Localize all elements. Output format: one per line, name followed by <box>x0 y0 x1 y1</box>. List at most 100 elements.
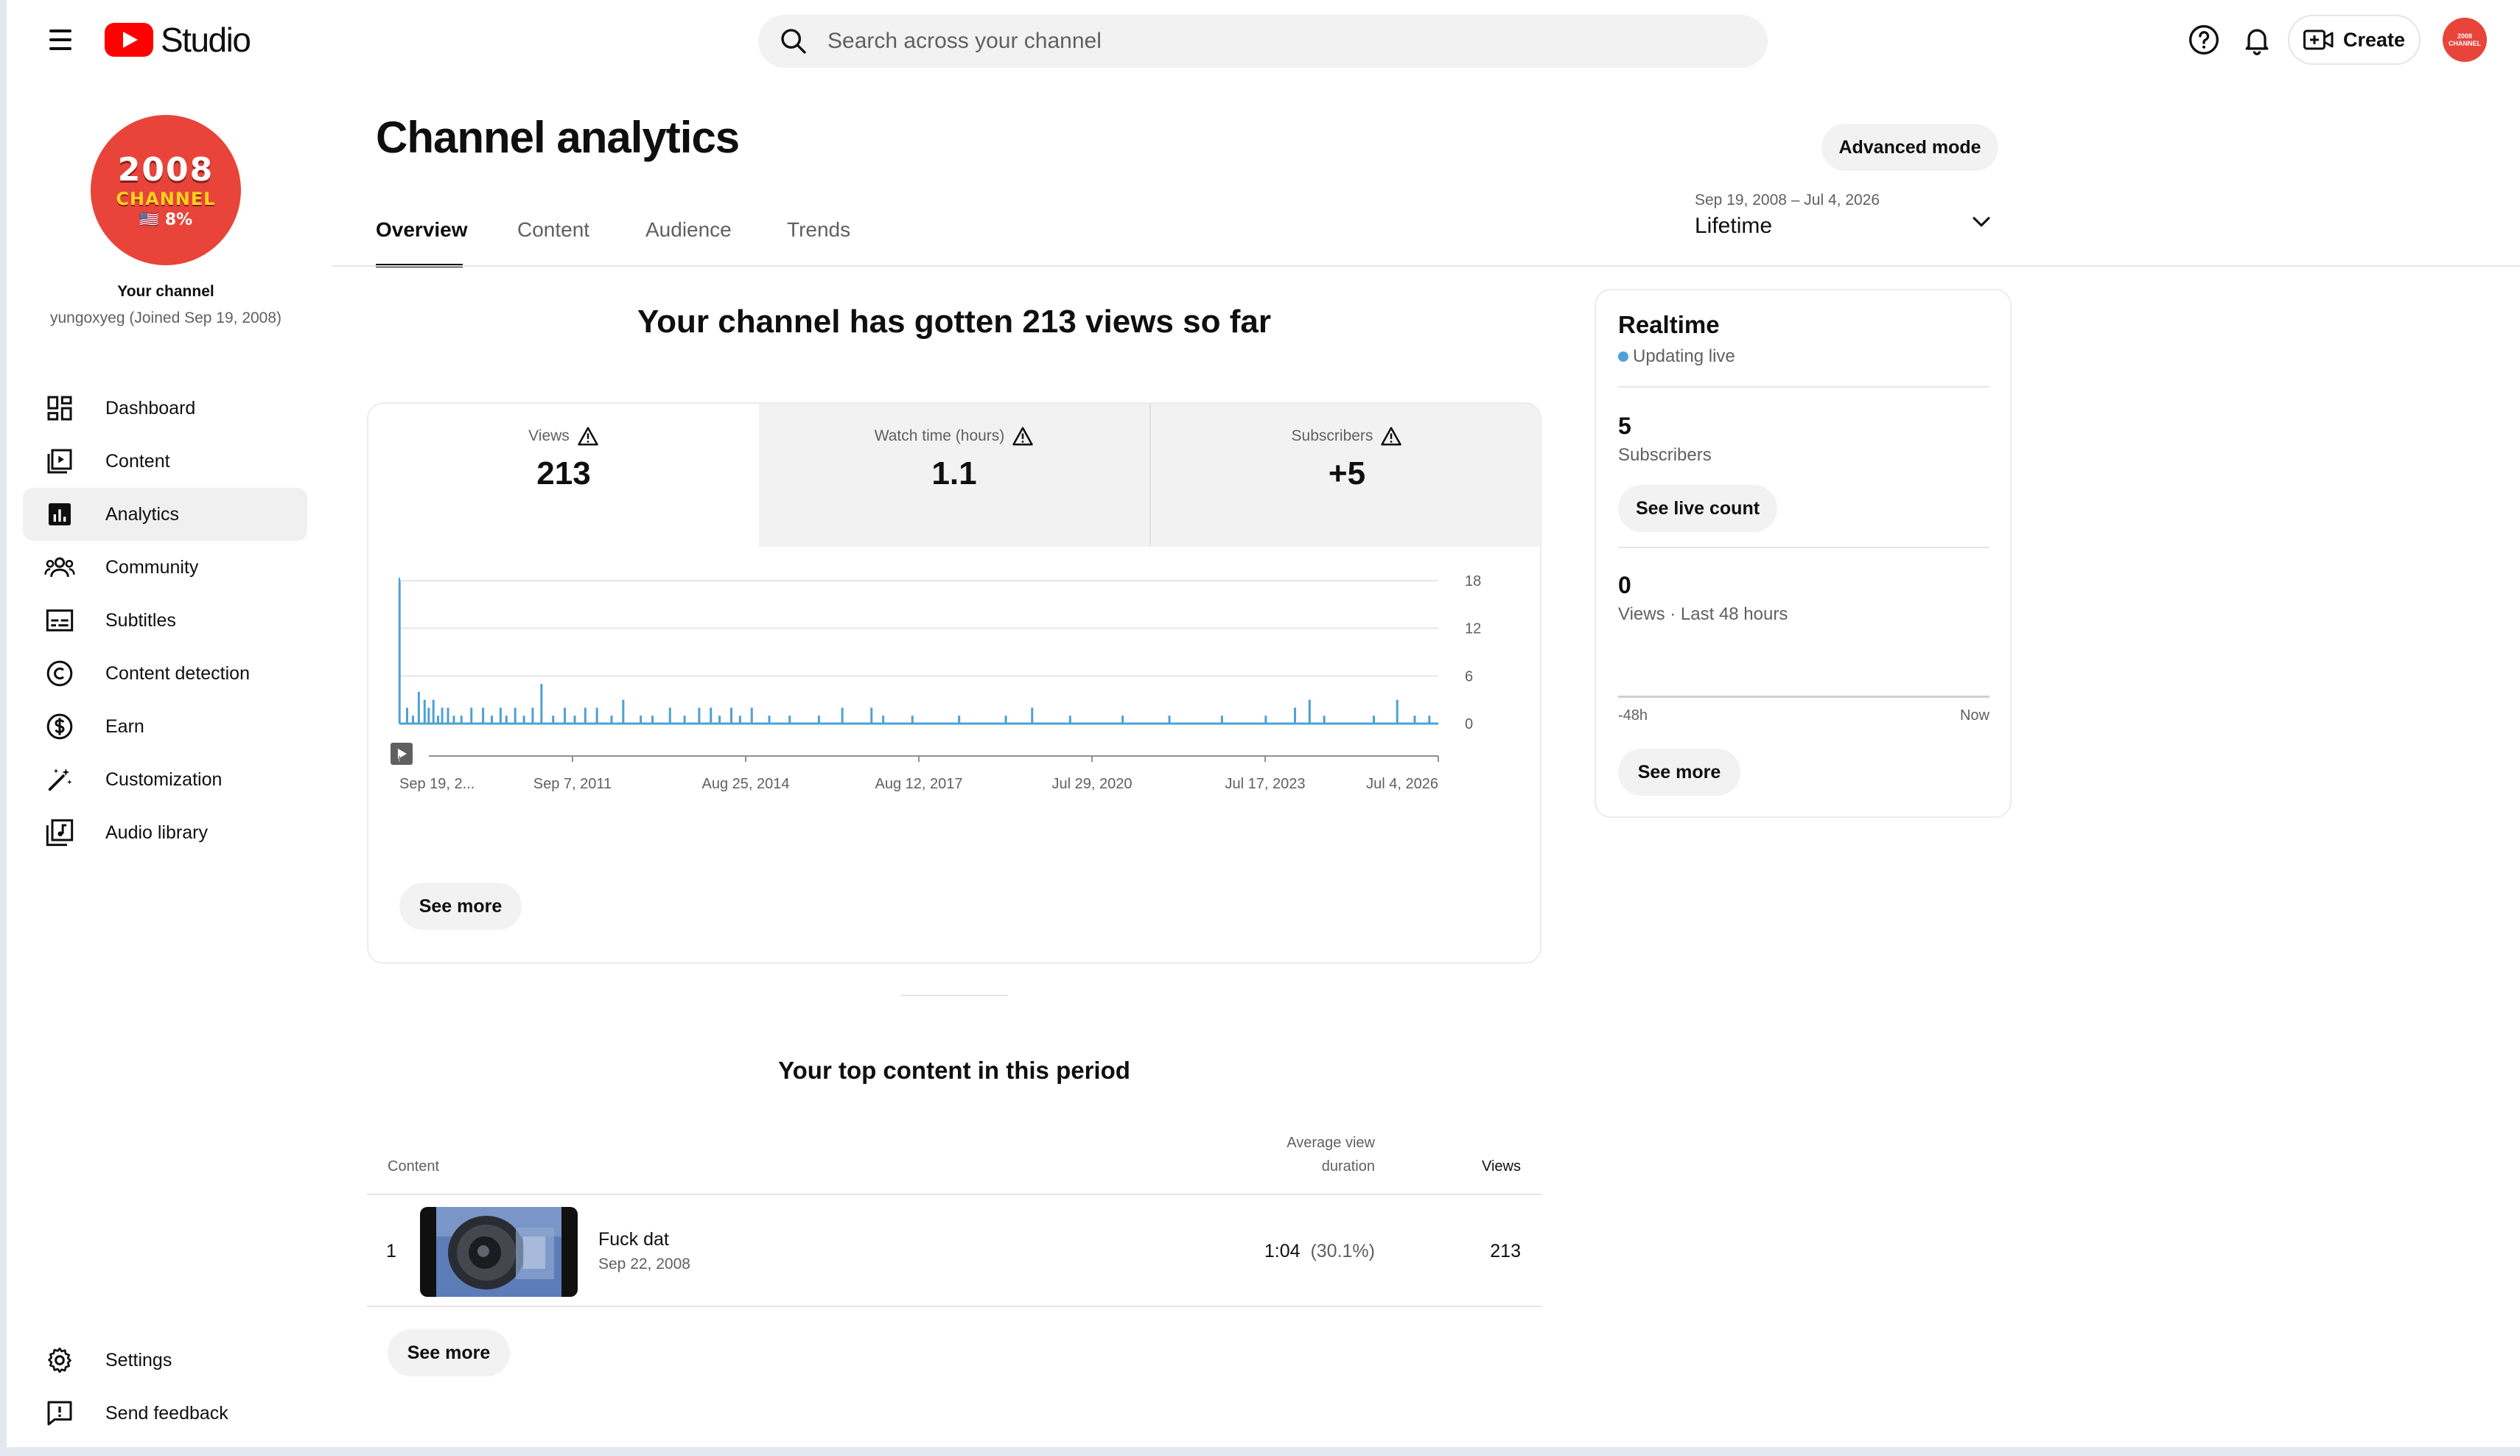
views-chart: 0 6 12 18 Sep 19, 2... Sep 7, 2011 Aug 25, 201… <box>391 573 1481 792</box>
sidebar-item-analytics[interactable]: Analytics <box>23 488 307 541</box>
search-bar[interactable] <box>758 15 1768 68</box>
avg-view-duration: 1:04 (30.1%) <box>1208 1241 1375 1262</box>
chart-bar <box>1428 715 1431 724</box>
chart-bar <box>622 699 625 724</box>
chart-bar <box>1413 715 1416 724</box>
menu-icon[interactable] <box>42 27 82 53</box>
account-avatar[interactable]: 2008 CHANNEL <box>2443 18 2487 62</box>
chart-bar <box>1396 699 1399 724</box>
metric-subscribers[interactable]: Subscribers +5 <box>1151 404 1540 547</box>
table-header-divider <box>367 1194 1541 1195</box>
y-tick-label: 0 <box>1465 716 1473 732</box>
realtime-see-more-button[interactable]: See more <box>1618 749 1740 796</box>
chart-bar <box>482 707 485 724</box>
sidebar-item-audio-library[interactable]: Audio library <box>23 806 307 859</box>
row-rank: 1 <box>386 1241 396 1261</box>
metric-value: 213 <box>536 455 591 491</box>
chart-bar <box>1293 707 1296 724</box>
channel-avatar[interactable]: 2008 CHANNEL 🇺🇸 8% <box>91 115 241 265</box>
youtube-play-icon <box>105 23 153 57</box>
chart-bar <box>432 699 435 724</box>
sidebar-item-dashboard[interactable]: Dashboard <box>23 382 307 435</box>
search-icon <box>781 29 806 54</box>
date-range-picker[interactable]: Sep 19, 2008 – Jul 4, 2026 Lifetime <box>1695 192 1998 248</box>
realtime-card: Realtime Updating live 5 Subscribers See… <box>1595 289 2012 818</box>
metric-watch-time[interactable]: Watch time (hours) 1.1 <box>759 404 1149 547</box>
sidebar-item-subtitles[interactable]: Subtitles <box>23 594 307 647</box>
col-header-content: Content <box>388 1158 440 1175</box>
x-tick-label: Jul 29, 2020 <box>1052 776 1133 792</box>
chart-bar <box>1373 715 1376 724</box>
chart-bar <box>452 715 455 724</box>
sidebar-item-earn[interactable]: Earn <box>23 700 307 753</box>
chart-bar <box>531 707 534 724</box>
help-icon[interactable] <box>2183 19 2225 60</box>
video-thumbnail[interactable] <box>420 1207 578 1297</box>
avatar-channel-text: CHANNEL <box>116 189 216 209</box>
overview-see-more-button[interactable]: See more <box>399 883 522 930</box>
sidebar-item-customization[interactable]: Customization <box>23 753 307 806</box>
sidebar-item-label: Settings <box>105 1349 172 1371</box>
chart-bar <box>1168 715 1171 724</box>
top-header: Studio Create 2008 CHANNEL <box>7 0 2520 81</box>
sidebar-item-community[interactable]: Community <box>23 541 307 594</box>
y-tick-label: 18 <box>1465 573 1481 589</box>
y-tick-label: 12 <box>1465 621 1481 637</box>
chart-bar <box>738 715 741 724</box>
metric-value: 1.1 <box>931 455 977 491</box>
chart-bar <box>882 715 885 724</box>
overview-card: Views 213 Watch time (hours) 1.1 Subscri… <box>367 402 1541 964</box>
top-content-see-more-button[interactable]: See more <box>388 1329 510 1376</box>
sidebar-item-label: Dashboard <box>105 397 196 419</box>
video-views: 213 <box>1490 1241 1521 1261</box>
chevron-down-icon <box>1973 217 1990 227</box>
chart-bar <box>718 715 721 724</box>
top-content-title: Your top content in this period <box>778 1057 1130 1084</box>
chart-bar <box>1308 699 1311 724</box>
create-button[interactable]: Create <box>2288 15 2421 65</box>
tab-content[interactable]: Content <box>517 218 589 242</box>
studio-logo[interactable]: Studio <box>105 19 251 60</box>
chart-bar <box>1220 715 1223 724</box>
realtime-subs-label: Subscribers <box>1618 445 1712 465</box>
realtime-chart-baseline <box>1618 696 1989 698</box>
video-title[interactable]: Fuck dat <box>598 1229 669 1250</box>
chart-bar <box>668 707 671 724</box>
sidebar-item-content-detection[interactable]: Content detection <box>23 647 307 700</box>
sidebar-item-label: Customization <box>105 769 223 790</box>
table-row-divider <box>367 1306 1541 1307</box>
tab-overview[interactable]: Overview <box>376 218 468 242</box>
metric-label: Subscribers <box>1291 427 1373 444</box>
metric-label: Watch time (hours) <box>874 427 1005 444</box>
tab-trends[interactable]: Trends <box>787 218 850 242</box>
search-input[interactable] <box>827 29 1638 54</box>
notifications-bell-icon[interactable] <box>2236 19 2278 60</box>
sidebar-item-label: Content <box>105 450 170 472</box>
chart-bar <box>417 691 420 724</box>
col-header-views[interactable]: Views <box>1429 1158 1521 1175</box>
channel-handle: yungoxyeg (Joined Sep 19, 2008) <box>49 309 282 326</box>
avg-duration-percent: (30.1%) <box>1310 1241 1375 1261</box>
chart-bar <box>490 715 493 724</box>
advanced-mode-button[interactable]: Advanced mode <box>1821 124 1998 171</box>
feedback-icon <box>42 1396 77 1431</box>
sidebar-item-label: Content detection <box>105 662 250 684</box>
chart-bar <box>710 707 713 724</box>
dollar-icon <box>42 709 77 744</box>
tab-audience[interactable]: Audience <box>645 218 732 242</box>
window-frame-left <box>0 0 7 1456</box>
metric-value: +5 <box>1328 455 1366 491</box>
chart-bar <box>595 707 598 724</box>
realtime-axis-start: -48h <box>1618 707 1648 724</box>
section-separator <box>900 995 1008 996</box>
metric-views[interactable]: Views 213 <box>368 404 759 547</box>
logo-text: Studio <box>161 21 251 59</box>
sidebar-item-content[interactable]: Content <box>23 435 307 488</box>
sidebar-item-send-feedback[interactable]: Send feedback <box>23 1387 307 1440</box>
sidebar-item-settings[interactable]: Settings <box>23 1334 307 1387</box>
create-video-icon <box>2303 29 2334 50</box>
chart-bar <box>870 707 873 724</box>
avg-duration-value: 1:04 <box>1264 1241 1301 1261</box>
see-live-count-button[interactable]: See live count <box>1618 485 1777 532</box>
chart-bar <box>447 707 449 724</box>
